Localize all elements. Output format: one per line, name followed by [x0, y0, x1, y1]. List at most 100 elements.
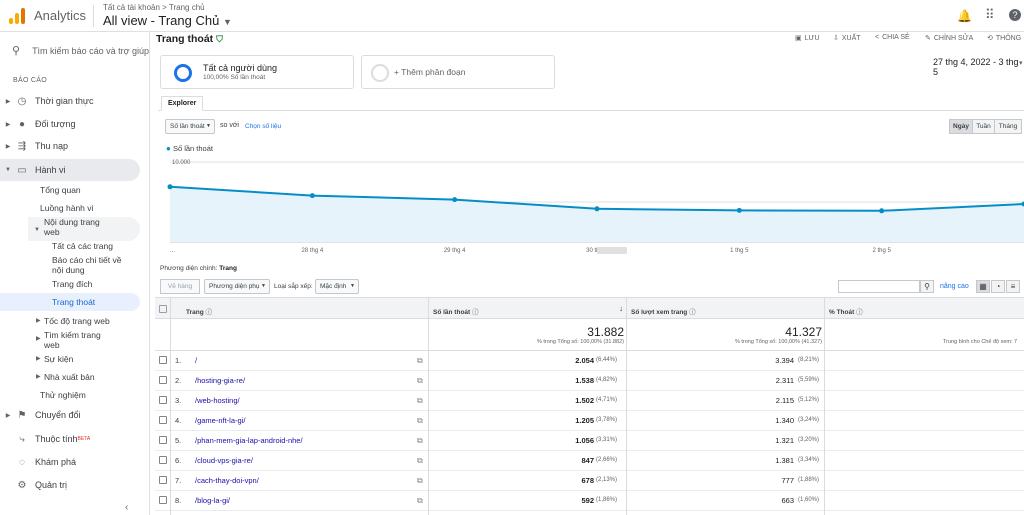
date-range-picker[interactable]: 27 thg 4, 2022 - 3 thg 5 [933, 57, 1024, 77]
row-checkbox[interactable] [159, 416, 167, 424]
nav-conversions[interactable]: ▶ ⚑ Chuyển đổi [0, 406, 140, 424]
advanced-link[interactable]: nâng cao [940, 283, 969, 290]
nav-sub-exit-pages[interactable]: Trang thoát [0, 293, 140, 311]
header-exits[interactable]: Số lần thoát ⓘ [433, 306, 479, 316]
table-search-input[interactable] [838, 280, 920, 293]
row-checkbox[interactable] [159, 496, 167, 504]
insights-button[interactable]: ⟲ THÔNG [987, 34, 1021, 43]
nav-attribution[interactable]: ⤷ Thuộc tính BETA [0, 430, 140, 448]
row-checkbox[interactable] [159, 356, 167, 364]
row-checkbox[interactable] [159, 476, 167, 484]
granularity-month-button[interactable]: Tháng [994, 119, 1022, 134]
tab-explorer[interactable]: Explorer [161, 96, 204, 111]
nav-sub-experiments[interactable]: Thử nghiệm [40, 390, 86, 400]
open-external-icon[interactable]: ⧉ [417, 491, 423, 510]
nav-sub-events[interactable]: ▶ Sự kiện [36, 354, 73, 364]
page-link[interactable]: /cloud-vps-gia-re/ [195, 451, 253, 470]
nav-discover[interactable]: ◌ Khám phá [0, 453, 140, 471]
search-icon[interactable]: ⚲ [920, 280, 934, 293]
table-row[interactable]: 2./hosting-gia-re/⧉ 1.538 (4,82%) 2.311 (5,5… [155, 371, 1024, 391]
nav-sub-site-speed[interactable]: ▶ Tốc độ trang web [36, 316, 110, 326]
help-icon[interactable]: ? [1009, 9, 1021, 21]
open-external-icon[interactable]: ⧉ [417, 471, 423, 490]
table-row[interactable]: 4./game-nft-la-gi/⧉ 1.205 (3,78%) 1.340 (3,2… [155, 411, 1024, 431]
granularity-day-button[interactable]: Ngày [949, 119, 973, 134]
page-link[interactable]: / [195, 351, 197, 370]
open-external-icon[interactable]: ⧉ [417, 371, 423, 390]
header-page[interactable]: Trang ⓘ [186, 306, 212, 316]
row-checkbox[interactable] [159, 436, 167, 444]
share-button[interactable]: < CHIA SẺ [875, 34, 910, 41]
sidebar-search[interactable]: ⚲ Tìm kiếm báo cáo và trợ giúp [12, 44, 149, 57]
segment-all-users[interactable]: Tất cả người dùng 100,00% Số lần thoát [160, 55, 354, 89]
table-row[interactable]: 1. / ⧉ 2.054 (6,44%) 3.394 (8,21%) [155, 351, 1024, 371]
header-pageviews[interactable]: Số lượt xem trang ⓘ [631, 306, 696, 316]
page-link[interactable]: /blog-la-gi/ [195, 491, 230, 510]
open-external-icon[interactable]: ⧉ [417, 411, 423, 430]
table-row[interactable]: 5. /phan-mem-gia-lap-android-nhe/ ⧉ 1.056 (3… [155, 431, 1024, 451]
apps-grid-icon[interactable]: ⠿ [985, 7, 995, 23]
plot-rows-button[interactable]: Vẽ hàng [160, 279, 200, 294]
data-table: Trang ⓘ Số lần thoát ⓘ ↓ Số lượt xem tra… [155, 297, 1024, 515]
header-exit-rate[interactable]: % Thoát ⓘ [829, 306, 863, 316]
edit-button[interactable]: ✎ CHỈNH SỬA [925, 34, 973, 43]
performance-view-icon[interactable]: ≡ [1006, 280, 1020, 293]
nav-audience[interactable]: ▶ ● Đối tượng [0, 115, 140, 133]
collapse-sidebar-icon[interactable]: ‹ [125, 502, 128, 513]
exits-percent: (2,66%) [596, 457, 618, 463]
open-external-icon[interactable]: ⧉ [417, 351, 423, 370]
metric-select[interactable]: Số lần thoát ▼ [165, 119, 215, 134]
table-row[interactable]: 7./cach-thay-doi-vpn/⧉ 678 (2,13%) 777 (1,88… [155, 471, 1024, 491]
row-checkbox[interactable] [159, 376, 167, 384]
chart-svg: 10.0005.000...28 thg 429 thg 430 thg 41 … [167, 160, 1024, 254]
analytics-logo-icon[interactable] [9, 8, 25, 24]
nav-acquisition[interactable]: ▶ ⇶ Thu nạp [0, 137, 140, 155]
sort-desc-icon[interactable]: ↓ [619, 304, 623, 313]
exits-percent: (3,78%) [596, 417, 618, 423]
nav-realtime[interactable]: ▶ ◷ Thời gian thực [0, 92, 140, 110]
add-segment-button[interactable]: + Thêm phân đoạn [361, 55, 555, 89]
nav-admin[interactable]: ⚙ Quản trị [0, 476, 140, 494]
y-tick-label: 10.000 [172, 160, 191, 166]
caret-down-icon[interactable]: ▾ [1019, 59, 1023, 67]
breadcrumb[interactable]: Tất cả tài khoản > Trang chủ [103, 3, 205, 12]
person-icon: ● [18, 118, 26, 130]
granularity-week-button[interactable]: Tuần [972, 119, 995, 134]
table-row[interactable]: 6./cloud-vps-gia-re/⧉ 847 (2,66%) 1.381 (3,3… [155, 451, 1024, 471]
open-external-icon[interactable]: ⧉ [417, 431, 423, 450]
open-external-icon[interactable]: ⧉ [417, 391, 423, 410]
table-row[interactable]: 8./blog-la-gi/⧉ 592 (1,86%) 663 (1,60%) [155, 491, 1024, 511]
chevron-right-icon: ▶ [36, 318, 41, 324]
page-link[interactable]: /cach-thay-doi-vpn/ [195, 471, 259, 490]
data-point [879, 208, 885, 214]
sort-type-select[interactable]: Mặc định ▼ [315, 279, 359, 294]
page-link[interactable]: /web-hosting/ [195, 391, 240, 410]
select-all-checkbox[interactable] [159, 305, 167, 313]
nav-sub-all-pages[interactable]: Tất cả các trang [52, 241, 113, 251]
export-button[interactable]: ⇩ XUẤT [833, 34, 861, 43]
bell-icon[interactable]: 🔔 [957, 9, 972, 23]
save-button[interactable]: ▣ LƯU [795, 34, 820, 43]
secondary-dimension-select[interactable]: Phương diện phụ ▼ [204, 279, 270, 294]
choose-metric-link[interactable]: Chọn số liệu [245, 123, 281, 130]
table-view-icon[interactable]: ▦ [976, 280, 990, 293]
open-external-icon[interactable]: ⧉ [417, 451, 423, 470]
pie-view-icon[interactable]: ◔ [991, 280, 1005, 293]
nav-sub-publisher[interactable]: ▶ Nhà xuất bản [36, 372, 95, 382]
nav-sub-behavior-flow[interactable]: Luồng hành vi [40, 203, 93, 213]
nav-sub-site-content[interactable]: ▼ Nội dung trang web [28, 217, 140, 241]
row-checkbox[interactable] [159, 396, 167, 404]
page-link[interactable]: /phan-mem-gia-lap-android-nhe/ [195, 431, 303, 450]
nav-behavior[interactable]: ▼ ▭ Hành vi [0, 159, 140, 181]
nav-sub-content-drilldown[interactable]: Báo cáo chi tiết về nội dung [52, 255, 132, 275]
row-checkbox[interactable] [159, 456, 167, 464]
help-circle-icon: ⓘ [205, 309, 213, 316]
nav-sub-overview[interactable]: Tổng quan [40, 185, 81, 195]
nav-sub-landing-pages[interactable]: Trang đích [52, 279, 92, 289]
page-link[interactable]: /hosting-gia-re/ [195, 371, 245, 390]
view-selector[interactable]: All view - Trang Chủ ▼ [103, 13, 232, 28]
page-link[interactable]: /game-nft-la-gi/ [195, 411, 245, 430]
chart-scroll-handle [597, 247, 627, 254]
table-row[interactable]: 3./web-hosting/⧉ 1.502 (4,71%) 2.115 (5,12%) [155, 391, 1024, 411]
nav-sub-site-search[interactable]: ▶ Tìm kiếm trang web [36, 330, 114, 350]
